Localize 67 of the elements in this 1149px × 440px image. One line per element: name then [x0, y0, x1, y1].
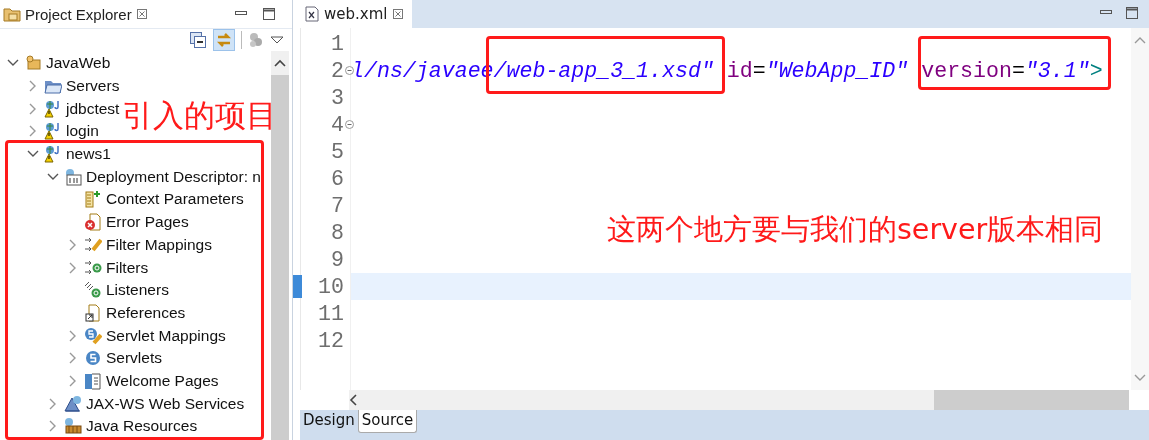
editor-mode-tab[interactable]: Source: [357, 410, 418, 433]
tree-item[interactable]: Java Resources: [86, 417, 198, 436]
descriptor-icon: [64, 167, 82, 186]
java-resources-icon: [64, 417, 82, 436]
scroll-up-icon: [1133, 36, 1147, 45]
servlet-mapping-icon: [84, 326, 102, 345]
tree-item[interactable]: Filters: [106, 258, 149, 277]
vertical-scrollbar[interactable]: [271, 51, 289, 440]
reference-icon: [84, 303, 102, 322]
scroll-down-icon: [1133, 373, 1147, 382]
web-project-icon: [44, 122, 62, 141]
project-icon: [24, 54, 42, 73]
tree-item[interactable]: Filter Mappings: [106, 235, 212, 254]
line-number: 1: [331, 31, 344, 56]
vertical-scrollbar[interactable]: [1131, 28, 1149, 390]
line-number: 3: [331, 85, 344, 110]
filter-mapping-icon: [84, 235, 102, 254]
line-number: 8: [331, 220, 344, 245]
web-project-icon: [44, 99, 62, 118]
horizontal-scrollbar[interactable]: [349, 390, 1129, 410]
line-number: 10: [318, 274, 344, 299]
line-number: 2: [331, 58, 344, 83]
collapse-all-icon: [189, 31, 207, 49]
annotation-text: 引入的项目: [122, 96, 278, 135]
maximize-icon: [262, 7, 276, 21]
collapse-icon[interactable]: [345, 120, 354, 129]
editor-tab[interactable]: web.xml: [300, 0, 413, 28]
tree-item[interactable]: jdbctest: [66, 99, 120, 118]
tree-item[interactable]: Error Pages: [106, 213, 189, 232]
tree-item[interactable]: Deployment Descriptor: n: [86, 167, 261, 186]
web-project-icon: [44, 145, 62, 164]
tree-item[interactable]: References: [106, 303, 186, 322]
annotation-text: 这两个地方要与我们的server版本相同: [607, 212, 1105, 248]
line-number: 11: [318, 301, 344, 326]
listener-icon: [84, 281, 102, 300]
dropdown-icon: [270, 35, 284, 45]
tree-item[interactable]: JAX-WS Web Services: [86, 394, 245, 413]
tree-item[interactable]: Welcome Pages: [106, 371, 219, 390]
editor-mode-tab[interactable]: Design: [300, 410, 358, 432]
tree-item[interactable]: Servlets: [106, 349, 162, 368]
door-icon: [84, 371, 102, 390]
scroll-left-icon: [349, 393, 359, 407]
tree-item[interactable]: Listeners: [106, 281, 169, 300]
scroll-up-icon: [273, 58, 287, 68]
line-number: 9: [331, 247, 344, 272]
tree-item[interactable]: Servlet Mappings: [106, 326, 226, 345]
close-icon: [392, 8, 405, 20]
tree-item[interactable]: news1: [66, 145, 111, 164]
project-explorer-icon: [3, 5, 21, 23]
line-number: 6: [331, 166, 344, 191]
error-icon: [84, 213, 102, 232]
line-number: 5: [331, 139, 344, 164]
line-number: 7: [331, 193, 344, 218]
line-number: 4: [331, 112, 344, 137]
tree-item[interactable]: Servers: [66, 77, 120, 96]
tree-item[interactable]: Context Parameters: [106, 190, 244, 209]
tree-item[interactable]: login: [66, 122, 99, 141]
line-number: 12: [318, 328, 344, 353]
servlet-icon: [84, 349, 102, 368]
tree-item[interactable]: JavaWeb: [46, 54, 111, 73]
web-service-icon: [64, 394, 82, 413]
xml-file-icon: [305, 6, 319, 22]
close-icon: [135, 8, 148, 20]
scrollbar-thumb[interactable]: [934, 390, 1129, 410]
maximize-icon: [1125, 6, 1139, 20]
link-editor-icon: [213, 29, 235, 51]
ruler-icon: [84, 190, 102, 209]
